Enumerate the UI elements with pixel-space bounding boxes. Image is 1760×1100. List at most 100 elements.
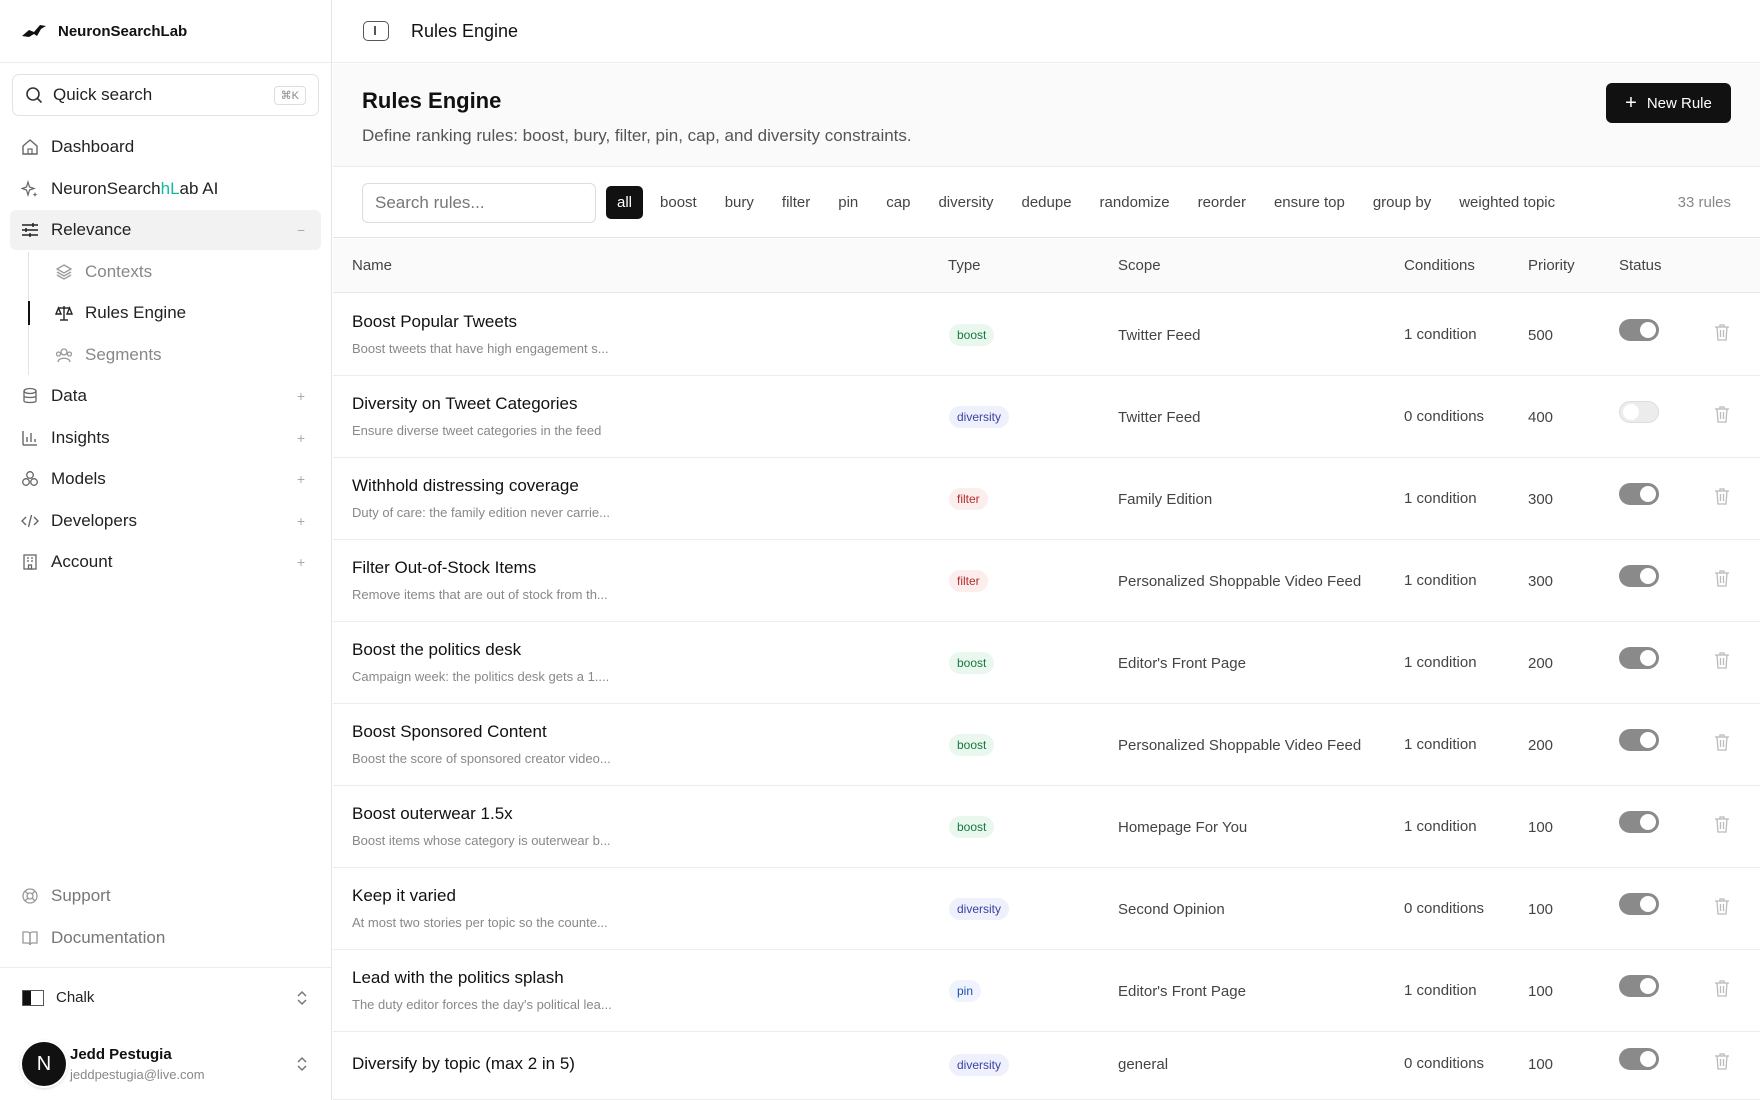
trash-icon[interactable] (1714, 651, 1730, 669)
nav-data[interactable]: Data + (10, 376, 321, 416)
status-toggle[interactable] (1619, 319, 1659, 341)
new-rule-button[interactable]: + New Rule (1606, 83, 1731, 123)
sliders-icon (22, 223, 38, 237)
trash-icon[interactable] (1714, 323, 1730, 341)
col-priority[interactable]: Priority (1528, 257, 1575, 274)
rule-name[interactable]: Diversity on Tweet Categories (352, 394, 578, 414)
rule-name[interactable]: Filter Out-of-Stock Items (352, 558, 536, 578)
nav-relevance[interactable]: Relevance − (10, 210, 321, 250)
user-menu[interactable]: N Jedd Pestugia jeddpestugia@live.com (0, 1028, 331, 1100)
search-rules-input[interactable] (362, 182, 596, 223)
trash-icon[interactable] (1714, 815, 1730, 833)
status-toggle[interactable] (1619, 401, 1659, 423)
expand-icon[interactable]: + (293, 430, 309, 446)
chip-reorder[interactable]: reorder (1187, 186, 1257, 219)
chip-weighted-topic[interactable]: weighted topic (1448, 186, 1566, 219)
status-toggle[interactable] (1619, 1048, 1659, 1070)
table-row[interactable]: Filter Out-of-Stock Items Remove items th… (333, 540, 1760, 622)
nav-models-label: Models (51, 469, 106, 488)
nav-dashboard[interactable]: Dashboard (10, 127, 321, 167)
chip-pin[interactable]: pin (827, 186, 869, 219)
rule-name[interactable]: Withhold distressing coverage (352, 476, 579, 496)
nav-models[interactable]: Models + (10, 459, 321, 499)
rule-name[interactable]: Diversify by topic (max 2 in 5) (352, 1054, 575, 1074)
nav-ai-suffix: ab AI (179, 178, 219, 198)
nav-ai-prefix: NeuronSearch (51, 178, 161, 198)
col-name[interactable]: Name (352, 257, 392, 274)
status-toggle[interactable] (1619, 483, 1659, 505)
nav-ai[interactable]: NeuronSearchhLab AI (10, 169, 321, 209)
expand-icon[interactable]: + (293, 471, 309, 487)
chip-filter[interactable]: filter (771, 186, 821, 219)
nav-developers[interactable]: Developers + (10, 501, 321, 541)
nav-rules-engine[interactable]: Rules Engine (28, 293, 321, 333)
expand-icon[interactable]: + (293, 554, 309, 570)
trash-icon[interactable] (1714, 897, 1730, 915)
nav-account-label: Account (51, 552, 113, 571)
chip-bury[interactable]: bury (714, 186, 765, 219)
nav-segments[interactable]: Segments (47, 335, 321, 375)
table-row[interactable]: Lead with the politics splash The duty ed… (333, 950, 1760, 1032)
chip-all[interactable]: all (606, 186, 644, 219)
rule-priority: 100 (1528, 901, 1554, 918)
table-row[interactable]: Boost the politics desk Campaign week: th… (333, 622, 1760, 704)
status-toggle[interactable] (1619, 647, 1659, 669)
rule-description: Duty of care: the family edition never c… (352, 505, 610, 520)
building-icon (23, 554, 37, 570)
quick-search[interactable]: Quick search ⌘K (12, 74, 319, 116)
trash-icon[interactable] (1714, 569, 1730, 587)
expand-icon[interactable]: + (293, 388, 309, 404)
table-row[interactable]: Diversity on Tweet Categories Ensure dive… (333, 376, 1760, 458)
nav-support[interactable]: Support (10, 876, 321, 916)
table-row[interactable]: Withhold distressing coverage Duty of car… (333, 458, 1760, 540)
nav-documentation[interactable]: Documentation (10, 918, 321, 958)
status-toggle[interactable] (1619, 729, 1659, 751)
chip-randomize[interactable]: randomize (1089, 186, 1181, 219)
chip-diversity[interactable]: diversity (927, 186, 1004, 219)
rule-name[interactable]: Boost Sponsored Content (352, 722, 547, 742)
rule-name[interactable]: Boost the politics desk (352, 640, 521, 660)
chip-group-by[interactable]: group by (1362, 186, 1442, 219)
rule-scope: Personalized Shoppable Video Feed (1118, 737, 1362, 754)
chip-boost[interactable]: boost (649, 186, 708, 219)
table-row[interactable]: Boost Sponsored Content Boost the score o… (333, 704, 1760, 786)
user-info: Jedd Pestugia jeddpestugia@live.com (70, 1046, 295, 1082)
status-toggle[interactable] (1619, 811, 1659, 833)
chip-cap[interactable]: cap (875, 186, 921, 219)
rule-name[interactable]: Boost Popular Tweets (352, 312, 517, 332)
rule-description: Boost the score of sponsored creator vid… (352, 751, 611, 766)
col-conditions[interactable]: Conditions (1404, 257, 1475, 274)
trash-icon[interactable] (1714, 1052, 1730, 1070)
table-row[interactable]: Boost outerwear 1.5x Boost items whose ca… (333, 786, 1760, 868)
nav-insights[interactable]: Insights + (10, 418, 321, 458)
col-status[interactable]: Status (1619, 257, 1662, 274)
collapse-icon[interactable]: − (293, 222, 309, 238)
nav-account[interactable]: Account + (10, 542, 321, 582)
expand-icon[interactable]: + (293, 513, 309, 529)
rule-name[interactable]: Lead with the politics splash (352, 968, 564, 988)
col-type[interactable]: Type (948, 257, 981, 274)
trash-icon[interactable] (1714, 979, 1730, 997)
status-toggle[interactable] (1619, 893, 1659, 915)
topbar-title: Rules Engine (411, 20, 519, 41)
chip-ensure-top[interactable]: ensure top (1263, 186, 1356, 219)
table-row[interactable]: Keep it varied At most two stories per to… (333, 868, 1760, 950)
nav-contexts[interactable]: Contexts (47, 252, 321, 292)
relevance-subnav: Contexts Rules Engine Segments (28, 251, 321, 375)
sidebar-toggle-icon[interactable] (363, 21, 389, 41)
org-switcher[interactable]: Chalk (0, 967, 331, 1027)
status-toggle[interactable] (1619, 565, 1659, 587)
trash-icon[interactable] (1714, 733, 1730, 751)
rule-name[interactable]: Boost outerwear 1.5x (352, 804, 513, 824)
rule-name[interactable]: Keep it varied (352, 886, 456, 906)
brand[interactable]: NeuronSearchLab (0, 0, 331, 63)
col-scope[interactable]: Scope (1118, 257, 1161, 274)
trash-icon[interactable] (1714, 487, 1730, 505)
rule-conditions: 1 condition (1404, 654, 1477, 671)
table-row[interactable]: Boost Popular Tweets Boost tweets that ha… (333, 294, 1760, 376)
rule-scope: Twitter Feed (1118, 327, 1201, 344)
chip-dedupe[interactable]: dedupe (1010, 186, 1082, 219)
table-row[interactable]: Diversify by topic (max 2 in 5) diversity… (333, 1032, 1760, 1100)
status-toggle[interactable] (1619, 975, 1659, 997)
trash-icon[interactable] (1714, 405, 1730, 423)
